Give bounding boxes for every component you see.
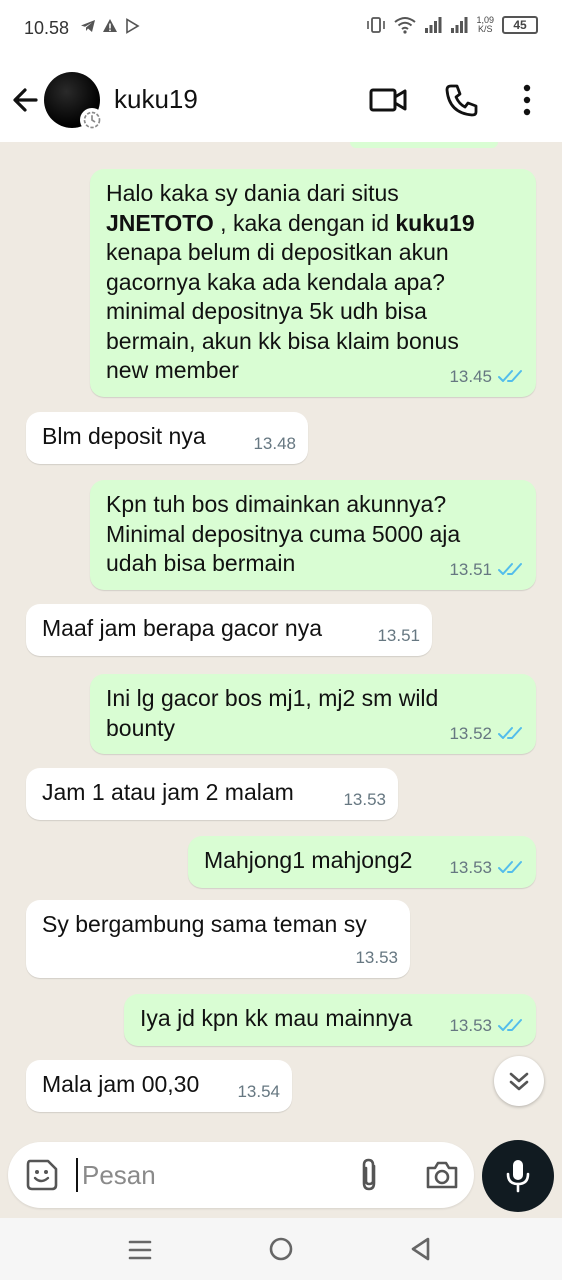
message-meta: 13.54	[237, 1077, 280, 1107]
message-meta: 13.52	[449, 719, 524, 749]
incoming-message[interactable]: Blm deposit nya 13.48	[26, 412, 308, 464]
wifi-icon	[394, 17, 417, 34]
mic-icon	[506, 1160, 530, 1193]
message-text: Ini lg gacor bos mj1, mj2 sm wild bounty	[106, 685, 439, 741]
message-text: Halo kaka sy dania dari situs JNETOTO , …	[106, 179, 475, 386]
message-bold-text: JNETOTO	[106, 209, 214, 236]
text-caret	[76, 1158, 78, 1192]
outgoing-message[interactable]: Kpn tuh bos dimainkan akunnya? Minimal d…	[90, 480, 536, 590]
chat-header: kuku19	[0, 58, 562, 142]
message-time: 13.52	[449, 723, 492, 743]
network-speed-unit: K/S	[477, 24, 493, 34]
outgoing-message[interactable]: Ini lg gacor bos mj1, mj2 sm wild bounty…	[90, 674, 536, 754]
message-time: 13.53	[343, 789, 386, 809]
battery-indicator: 45	[502, 16, 538, 34]
system-navigation-bar	[0, 1218, 562, 1280]
more-options-icon[interactable]	[514, 82, 540, 118]
message-bold-text: kuku19	[395, 209, 475, 236]
message-time: 13.45	[449, 366, 492, 386]
attach-icon[interactable]	[354, 1156, 384, 1194]
incoming-message[interactable]: Jam 1 atau jam 2 malam 13.53	[26, 768, 398, 820]
message-time: 13.53	[449, 857, 492, 877]
outgoing-message[interactable]: Iya jd kpn kk mau mainnya 13.53	[124, 994, 536, 1046]
message-text-part: kenapa belum di depositkan akun gacornya…	[106, 239, 459, 383]
message-time: 13.53	[355, 947, 398, 967]
status-bar: 10.58 1,09 K/S 45	[0, 0, 562, 58]
message-meta: 13.53	[355, 943, 398, 973]
message-text: Jam 1 atau jam 2 malam	[42, 779, 294, 805]
warning-icon	[103, 19, 117, 32]
message-time: 13.54	[237, 1081, 280, 1101]
message-text: Sy bergambung sama teman sy	[42, 911, 367, 937]
message-time: 13.53	[449, 1015, 492, 1035]
message-meta: 13.45	[449, 362, 524, 392]
message-meta: 13.51	[377, 621, 420, 651]
status-system-icons: 1,09 K/S 45	[366, 16, 538, 34]
incoming-message[interactable]: Maaf jam berapa gacor nya 13.51	[26, 604, 432, 656]
vibrate-icon	[367, 17, 386, 33]
back-arrow-icon[interactable]	[8, 80, 44, 120]
status-ring-icon	[80, 108, 104, 132]
incoming-message[interactable]: Mala jam 00,30 13.54	[26, 1060, 292, 1112]
chat-area[interactable]: Halo kaka sy dania dari situs JNETOTO , …	[0, 142, 562, 1142]
message-meta: 13.51	[449, 555, 524, 585]
message-text: Blm deposit nya	[42, 423, 206, 449]
previous-message-edge	[350, 142, 498, 148]
message-meta: 13.53	[343, 785, 386, 815]
home-icon[interactable]	[268, 1236, 294, 1262]
message-meta: 13.53	[449, 1011, 524, 1041]
signal-1-icon	[425, 17, 442, 33]
scroll-down-icon	[509, 1072, 529, 1091]
message-text: Kpn tuh bos dimainkan akunnya? Minimal d…	[106, 491, 461, 576]
status-time: 10.58	[24, 18, 70, 38]
message-text: Iya jd kpn kk mau mainnya	[140, 1005, 413, 1031]
message-time: 13.51	[377, 625, 420, 645]
play-store-icon	[126, 18, 140, 34]
double-check-icon	[498, 1019, 522, 1032]
recents-icon[interactable]	[126, 1238, 154, 1262]
message-time: 13.48	[253, 433, 296, 453]
outgoing-message[interactable]: Halo kaka sy dania dari situs JNETOTO , …	[90, 169, 536, 397]
voice-message-button[interactable]	[482, 1140, 554, 1212]
scroll-to-bottom-button[interactable]	[494, 1056, 544, 1106]
camera-icon[interactable]	[424, 1158, 460, 1192]
message-time: 13.51	[449, 559, 492, 579]
double-check-icon	[498, 727, 522, 740]
message-line: Halo kaka sy dania dari situs	[106, 180, 399, 206]
message-text: Mahjong1 mahjong2	[204, 847, 413, 873]
message-meta: 13.48	[253, 429, 296, 459]
telegram-icon	[81, 20, 95, 32]
message-input[interactable]	[82, 1152, 342, 1198]
message-text: Mala jam 00,30	[42, 1071, 200, 1097]
signal-2-icon	[451, 17, 468, 33]
incoming-message[interactable]: Sy bergambung sama teman sy 13.53	[26, 900, 410, 978]
status-notification-icons	[80, 18, 140, 34]
nav-back-icon[interactable]	[408, 1236, 432, 1262]
outgoing-message[interactable]: Mahjong1 mahjong2 13.53	[188, 836, 536, 888]
double-check-icon	[498, 563, 522, 576]
network-speed: 1,09 K/S	[476, 16, 494, 34]
contact-name[interactable]: kuku19	[114, 84, 198, 115]
voice-call-icon[interactable]	[444, 82, 480, 118]
message-text-part: , kaka dengan id	[213, 209, 396, 236]
double-check-icon	[498, 861, 522, 874]
message-text: Maaf jam berapa gacor nya	[42, 615, 322, 641]
message-meta: 13.53	[449, 853, 524, 883]
sticker-icon[interactable]	[24, 1157, 60, 1193]
message-composer	[8, 1142, 474, 1208]
double-check-icon	[498, 370, 522, 383]
video-call-icon[interactable]	[368, 82, 408, 118]
